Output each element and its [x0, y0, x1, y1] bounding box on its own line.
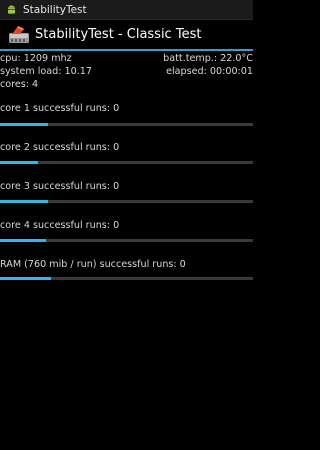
core-4-progress: [0, 239, 253, 242]
ram-test-progress-fill: [0, 277, 51, 280]
ram-test-label: RAM (760 mib / run) successful runs: 0: [0, 259, 186, 270]
action-bar: StabilityTest - Classic Test: [0, 20, 253, 49]
action-bar-divider: [0, 49, 253, 51]
core-4-label: core 4 successful runs: 0: [0, 220, 120, 231]
battery-temperature: batt.temp.: 22.0°C: [163, 53, 253, 64]
app-title: StabilityTest - Classic Test: [35, 27, 202, 42]
core-1-progress: [0, 123, 253, 126]
core-4-progress-fill: [0, 239, 46, 242]
stabilitytest-app-icon[interactable]: [8, 25, 30, 45]
core-2-progress: [0, 161, 253, 164]
core-3-progress-fill: [0, 200, 49, 203]
system-load: system load: 10.17: [0, 66, 92, 77]
cpu-frequency: cpu: 1209 mhz: [0, 53, 72, 64]
core-count: cores: 4: [0, 79, 39, 90]
elapsed-time: elapsed: 00:00:01: [166, 66, 253, 77]
core-1-progress-fill: [0, 123, 49, 126]
core-2-label: core 2 successful runs: 0: [0, 142, 120, 153]
status-bar: StabilityTest: [0, 0, 253, 20]
android-notification-icon: [6, 4, 17, 15]
core-1-label: core 1 successful runs: 0: [0, 103, 120, 114]
core-3-progress: [0, 200, 253, 203]
status-bar-title: StabilityTest: [23, 3, 87, 16]
ram-test-progress: [0, 277, 253, 280]
core-3-label: core 3 successful runs: 0: [0, 181, 120, 192]
core-2-progress-fill: [0, 161, 38, 164]
